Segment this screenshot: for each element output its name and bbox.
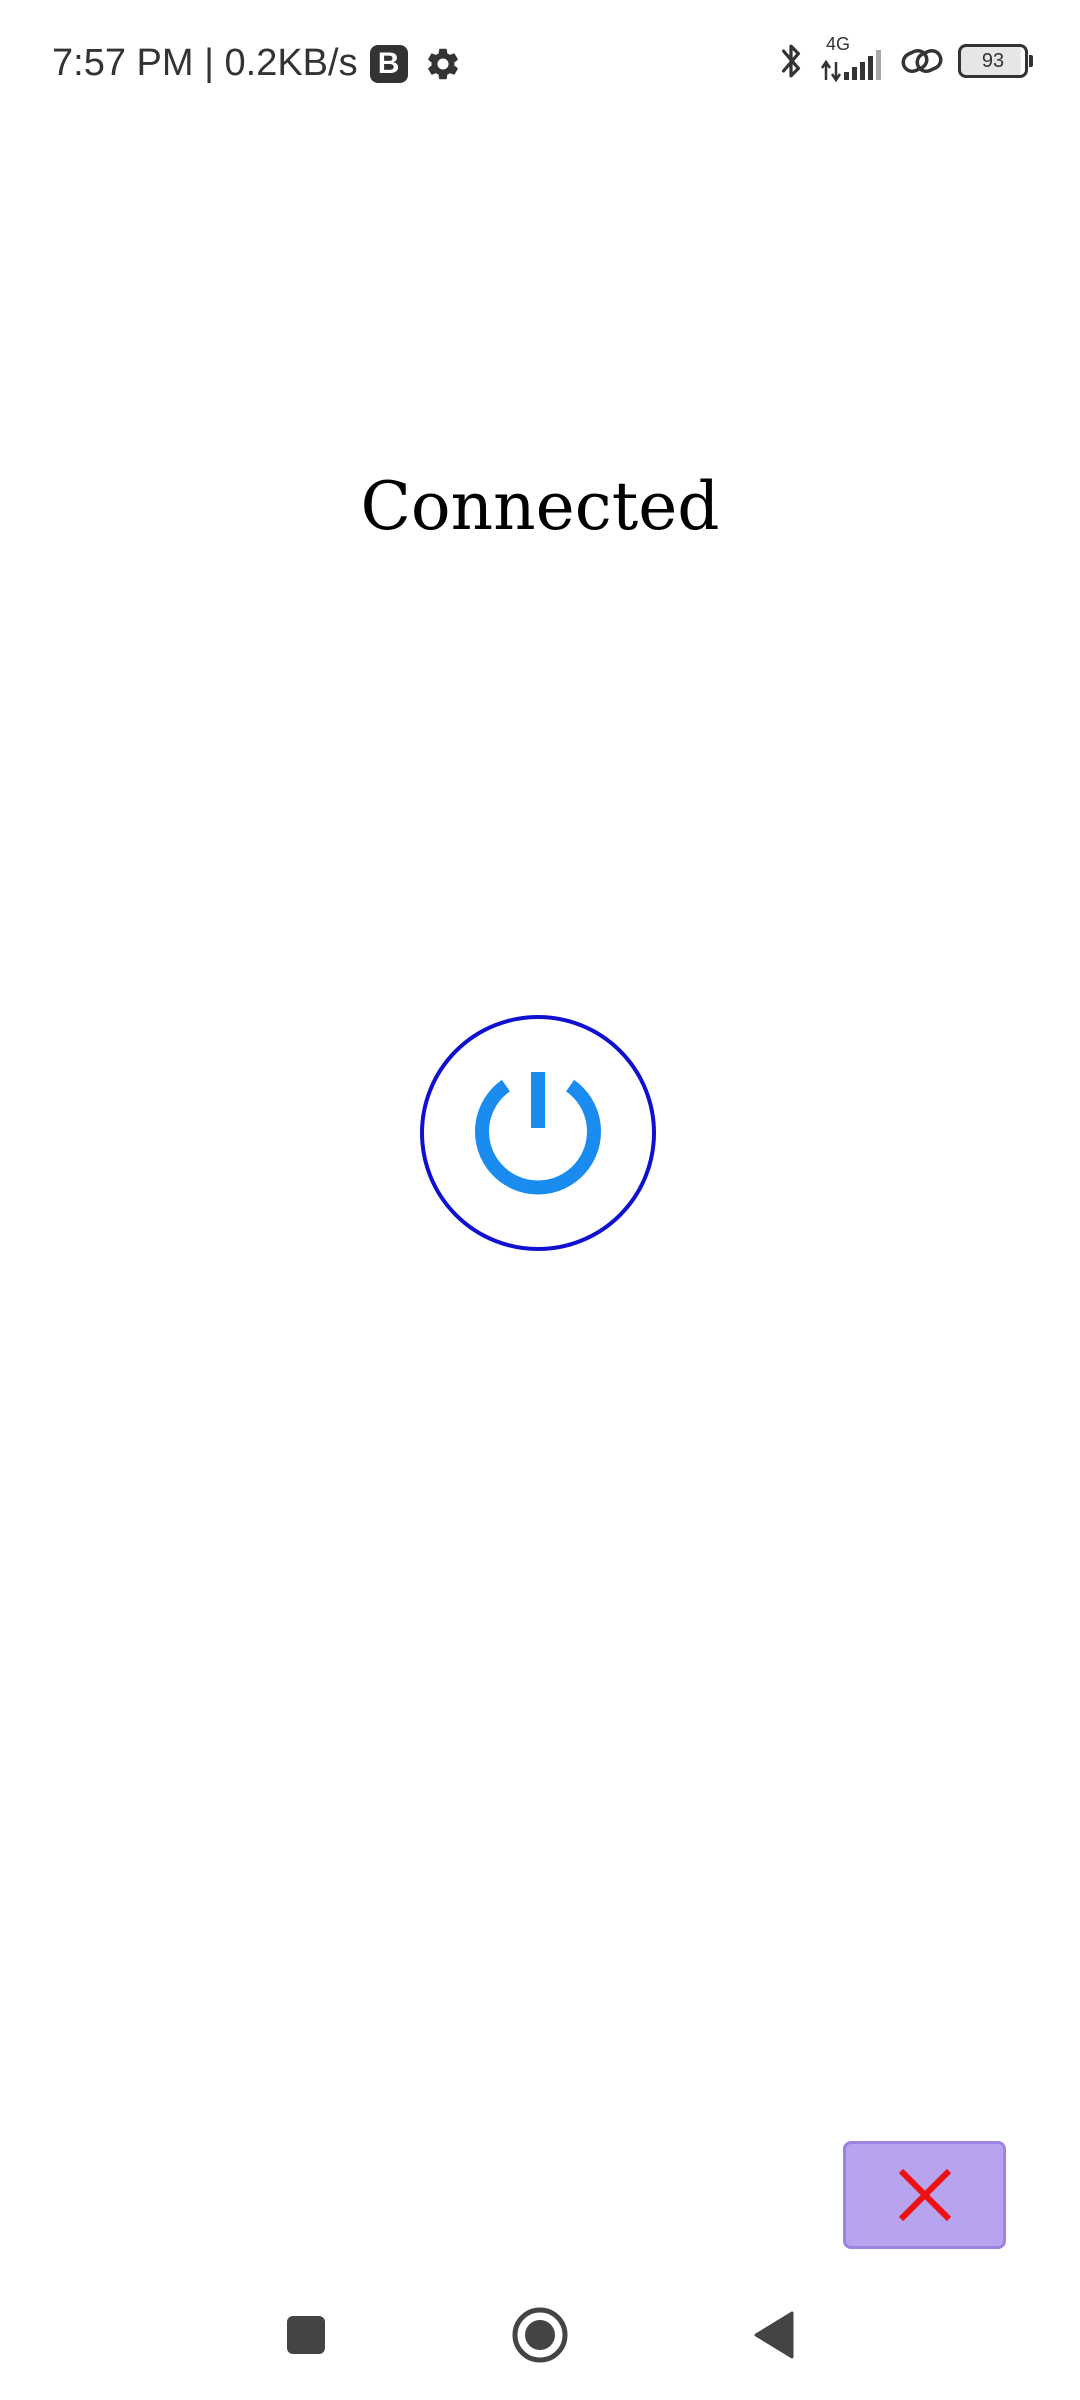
home-button[interactable]: [495, 2290, 585, 2380]
close-button[interactable]: [843, 2141, 1006, 2249]
signal-icon: 4G: [820, 34, 886, 82]
bluetooth-icon: [776, 40, 806, 82]
status-right: 4G 93: [776, 34, 1033, 82]
app-screen: 7:57 PM | 0.2KB/s B 4G 93 Connected: [0, 0, 1080, 2400]
close-icon: [897, 2167, 953, 2223]
navigation-bar: [0, 2290, 1080, 2380]
battery-icon: 93: [958, 44, 1033, 78]
home-icon: [510, 2305, 570, 2365]
status-bar: 7:57 PM | 0.2KB/s B 4G 93: [0, 0, 1080, 130]
power-icon: [463, 1058, 613, 1208]
status-left: 7:57 PM | 0.2KB/s B: [52, 42, 462, 85]
status-time-speed: 7:57 PM | 0.2KB/s: [52, 42, 358, 84]
back-button[interactable]: [729, 2290, 819, 2380]
recent-apps-icon: [285, 2314, 327, 2356]
back-icon: [752, 2310, 796, 2360]
power-toggle-button[interactable]: [420, 1015, 656, 1251]
settings-gear-icon: [424, 45, 462, 83]
recent-apps-button[interactable]: [261, 2290, 351, 2380]
battery-level: 93: [981, 49, 1005, 72]
b-badge-icon: B: [369, 44, 408, 83]
connection-status-text: Connected: [360, 468, 720, 545]
link-icon: [900, 44, 944, 78]
